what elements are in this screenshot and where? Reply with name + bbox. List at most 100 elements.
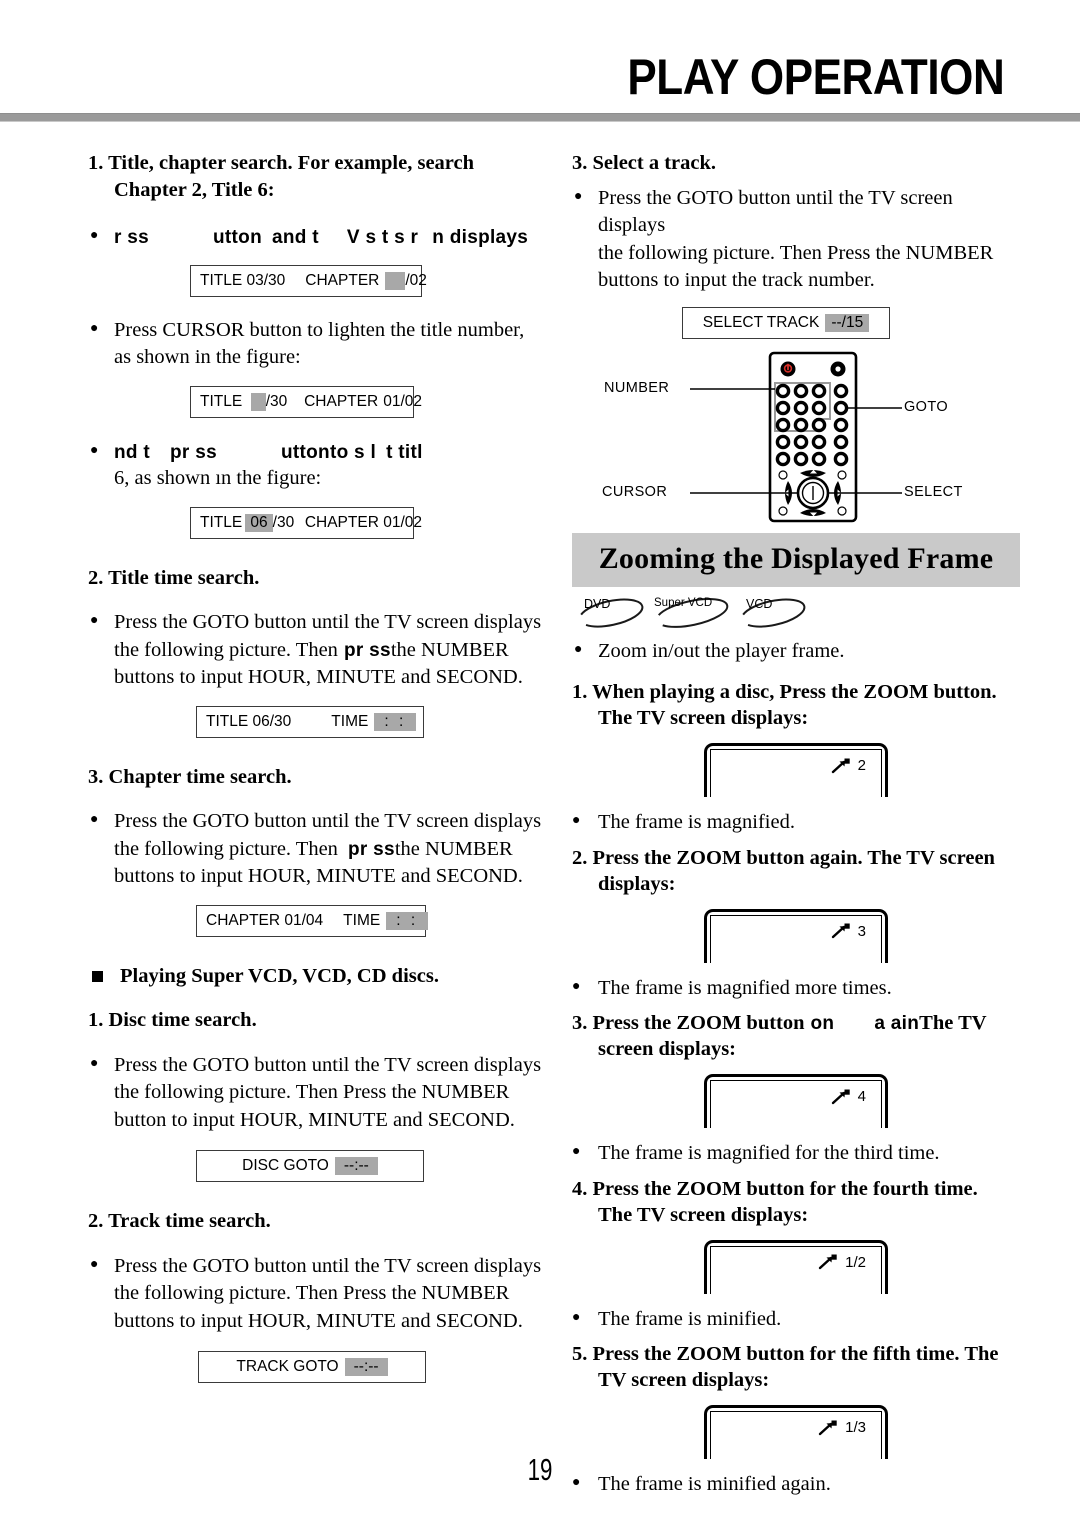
- osd-title-label: TITLE 03/30: [200, 271, 286, 289]
- zoom-arrow-icon: [831, 923, 850, 939]
- tv-frame-step-3: 4: [572, 1074, 1020, 1129]
- note-zoom-step-4: The frame is minified.: [572, 1305, 1020, 1333]
- heading-frag-once: on: [810, 1013, 835, 1035]
- heading-frag-a: 3. Press the ZOOM button: [572, 1012, 805, 1035]
- heading-track-time-search: 2. Track time search.: [88, 1210, 271, 1233]
- osd-label: TRACK GOTO: [236, 1358, 339, 1376]
- body-line-3: buttons to input HOUR, MINUTE and SECOND…: [114, 1309, 523, 1332]
- osd-disc-goto: DISC GOTO --:--: [196, 1150, 424, 1183]
- body-line-2: the following picture. Then Press the NU…: [114, 1282, 510, 1305]
- osd-title-value-highlight: [250, 392, 266, 411]
- heading-line-2: displays:: [598, 872, 676, 895]
- section-banner-zooming: Zooming the Displayed Frame: [572, 532, 1020, 587]
- heading-title-chapter-search: 1. Title, chapter search. For example, s…: [88, 150, 566, 203]
- body-line-3: buttons to input HOUR, MINUTE and SECOND…: [114, 666, 523, 689]
- heading-line-1: 1. Title, chapter search. For example, s…: [88, 152, 475, 174]
- remote-control-diagram: NUMBER GOTO CURSOR SELECT: [572, 349, 1020, 529]
- heading-line-2: Chapter 2, Title 6:: [114, 178, 275, 201]
- fragment-press: r ss: [114, 227, 150, 249]
- page-number: 19: [527, 1452, 553, 1487]
- zoom-arrow-icon: [831, 758, 850, 773]
- fragment-press: pr ss: [170, 441, 217, 463]
- heading-disc-time-search: 1. Disc time search.: [88, 1009, 257, 1032]
- body-line-1: Press the GOTO button until the TV scree…: [114, 611, 542, 634]
- bullet-disc-time-search: Press the GOTO button until the TV scree…: [88, 1051, 566, 1134]
- note-zoom-step-3: The frame is magnified for the third tim…: [572, 1139, 1020, 1167]
- fragment-the-title: t titl: [386, 441, 423, 463]
- osd-title-suffix: /30: [272, 513, 295, 531]
- manual-page: PLAY OPERATION 1. Title, chapter search.…: [0, 0, 1080, 1532]
- osd-title-chapter-1: TITLE 03/30 CHAPTER /02: [190, 264, 427, 297]
- osd-time-value-highlight: : :: [374, 712, 417, 731]
- bullet-zoom-intro: Zoom in/out the player frame.: [572, 636, 1020, 665]
- heading-chapter-time-search: 3. Chapter time search.: [88, 765, 292, 788]
- osd-chapter-suffix: /02: [405, 271, 427, 289]
- bullet-degraded-select-title: nd t pr ss uttonto s l t titl: [88, 440, 566, 465]
- fragment-button: utton: [280, 441, 330, 463]
- osd-chapter-label: CHAPTER 01/04: [206, 911, 324, 929]
- heading-zoom-step-4: 4. Press the ZOOM button for the fourth …: [572, 1176, 1020, 1228]
- osd-time-label: TIME: [343, 911, 381, 929]
- disc-badge-vcd: VCD: [736, 596, 810, 630]
- body-line-1: Press the GOTO button until the TV scree…: [598, 186, 953, 237]
- note-zoom-step-2: The frame is magnified more times.: [572, 974, 1020, 1002]
- zoom-arrow-icon: [831, 1089, 850, 1104]
- body-line-3: buttons to input the track number.: [598, 269, 875, 292]
- heading-zoom-step-5: 5. Press the ZOOM button for the fifth t…: [572, 1341, 1020, 1393]
- osd-chapter-time: CHAPTER 01/04 TIME : :: [196, 904, 429, 937]
- osd-label: DISC GOTO: [242, 1157, 329, 1175]
- heading-line-2: TV screen displays:: [598, 1369, 770, 1392]
- body-line-2a: the following picture. Then: [114, 638, 338, 661]
- heading-title-time-search: 2. Title time search.: [88, 566, 260, 589]
- heading-line-2: screen displays:: [598, 1038, 737, 1061]
- osd-label: SELECT TRACK: [702, 313, 820, 331]
- osd-chapter-value: 01/02: [383, 392, 423, 410]
- osd-chapter-label: CHAPTER 01/02: [304, 513, 422, 531]
- remote-label-number: NUMBER: [604, 379, 670, 396]
- body-line-1: Press the GOTO button until the TV scree…: [114, 1255, 542, 1278]
- heading-line-1: 5. Press the ZOOM button for the fifth t…: [572, 1343, 999, 1366]
- zoom-arrow-icon: [818, 1254, 837, 1270]
- body-line-1: Press the GOTO button until the TV scree…: [114, 1053, 542, 1076]
- bullet-line-2: as shown in the figure:: [114, 346, 301, 369]
- osd-title-value-highlight: 06: [245, 513, 273, 532]
- osd-title-label: TITLE: [200, 513, 243, 531]
- osd-chapter-label: CHAPTER: [305, 271, 380, 289]
- disc-badge-label: VCD: [746, 596, 773, 611]
- osd-title-label: TITLE 06/30: [206, 712, 292, 730]
- osd-title-chapter-2: TITLE /30 CHAPTER 01/02: [190, 385, 422, 418]
- zoom-value: 1/3: [845, 1419, 866, 1437]
- osd-title-label: TITLE: [200, 392, 243, 410]
- header-divider: [0, 113, 1080, 122]
- heading-frag-d: The TV: [919, 1012, 987, 1035]
- osd-value-highlight: --:--: [344, 1358, 388, 1377]
- body-line-2a: the following picture. Then: [114, 837, 338, 860]
- disc-badge-label: Super VCD: [654, 596, 713, 609]
- note-zoom-step-1: The frame is magnified.: [572, 808, 1020, 836]
- fragment-press: pr ss: [347, 838, 395, 860]
- bullet-press-cursor: Press CURSOR button to lighten the title…: [88, 316, 566, 372]
- fragment-and-the: and t: [272, 227, 319, 249]
- osd-value-highlight: --:--: [334, 1157, 378, 1176]
- heading-zoom-step-2: 2. Press the ZOOM button again. The TV s…: [572, 845, 1020, 897]
- osd-chapter-label: CHAPTER: [304, 392, 379, 410]
- heading-line-2: The TV screen displays:: [598, 1203, 809, 1226]
- fragment-and-the: nd t: [114, 441, 151, 463]
- osd-select-track: SELECT TRACK --/15: [682, 306, 890, 339]
- bullet-degraded-continuation: 6, as shown ın the figure:: [114, 467, 322, 490]
- remote-label-cursor: CURSOR: [602, 483, 668, 500]
- fragment-then-displays: n displays: [432, 227, 529, 249]
- right-column: 3. Select a track. Press the GOTO button…: [572, 150, 1020, 1499]
- bullet-chapter-time-search: Press the GOTO button until the TV scree…: [88, 807, 566, 890]
- zoom-value: 1/2: [845, 1253, 866, 1271]
- body-line-1: Press the GOTO button until the TV scree…: [114, 810, 542, 833]
- heading-select-a-track: 3. Select a track.: [572, 152, 717, 174]
- body-line-2: the following picture. Then Press the NU…: [598, 241, 994, 264]
- tv-frame-step-1: 2: [572, 743, 1020, 798]
- osd-title-time: TITLE 06/30 TIME : :: [196, 705, 424, 738]
- osd-title-suffix: /30: [265, 392, 288, 410]
- tv-frame-step-4: 1/2: [572, 1239, 1020, 1294]
- bullet-title-time-search: Press the GOTO button until the TV scree…: [88, 608, 566, 691]
- heading-line-1: 4. Press the ZOOM button for the fourth …: [572, 1177, 978, 1200]
- osd-track-goto: TRACK GOTO --:--: [198, 1351, 426, 1384]
